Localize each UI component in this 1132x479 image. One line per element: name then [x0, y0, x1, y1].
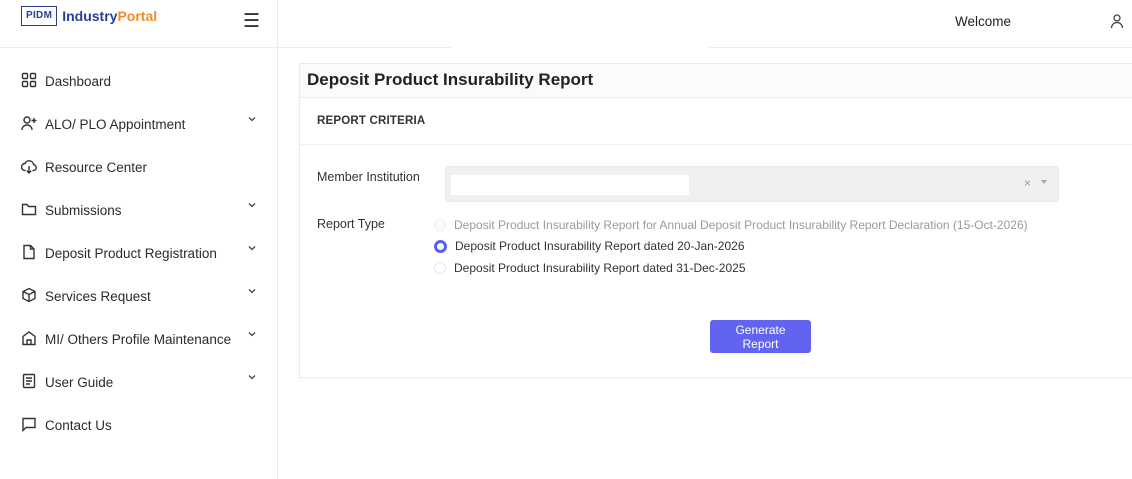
- box-icon: [22, 287, 36, 303]
- page-title-bar: Deposit Product Insurability Report: [300, 64, 1132, 98]
- radio-button[interactable]: [434, 262, 446, 274]
- chevron-down-icon: [248, 289, 256, 294]
- page-title: Deposit Product Insurability Report: [307, 70, 594, 89]
- sidebar-item-label: Resource Center: [45, 160, 148, 175]
- brand-bar: PIDM IndustryPortal ☰: [0, 0, 277, 48]
- sidebar-item-label: ALO/ PLO Appointment: [45, 117, 186, 132]
- sidebar-item-submissions[interactable]: Submissions: [0, 189, 277, 232]
- user-icon[interactable]: [1110, 13, 1124, 29]
- folder-icon: [21, 203, 37, 216]
- sidebar-item-dashboard[interactable]: Dashboard: [0, 60, 277, 103]
- radio-button: [434, 219, 446, 231]
- user-plus-icon: [21, 116, 37, 131]
- chevron-down-icon: [248, 246, 256, 251]
- sidebar-item-deposit-product-registration[interactable]: Deposit Product Registration: [0, 232, 277, 275]
- message-icon: [22, 417, 36, 432]
- sidebar-item-label: Submissions: [45, 203, 122, 218]
- clear-icon[interactable]: ×: [1024, 176, 1031, 190]
- radio-label: Deposit Product Insurability Report date…: [455, 239, 745, 253]
- sidebar-item-alo-plo-appointment[interactable]: ALO/ PLO Appointment: [0, 103, 277, 146]
- report-type-option-annual: Deposit Product Insurability Report for …: [434, 216, 1028, 234]
- file-icon: [23, 244, 35, 260]
- chevron-down-icon: [248, 332, 256, 337]
- radio-button[interactable]: [434, 239, 447, 253]
- report-type-option-20-jan[interactable]: Deposit Product Insurability Report date…: [434, 237, 745, 255]
- grid-icon: [21, 72, 37, 88]
- sidebar-item-label: MI/ Others Profile Maintenance: [45, 332, 232, 347]
- sidebar-item-label: Services Request: [45, 289, 151, 304]
- document-icon: [22, 373, 36, 389]
- sidebar-item-resource-center[interactable]: Resource Center: [0, 146, 277, 189]
- member-institution-label: Member Institution: [317, 170, 420, 184]
- sidebar-item-services-request[interactable]: Services Request: [0, 275, 277, 318]
- caret-down-icon[interactable]: [1041, 180, 1047, 184]
- chevron-down-icon: [248, 203, 256, 208]
- member-institution-value: [451, 175, 689, 195]
- member-institution-select[interactable]: ×: [445, 166, 1059, 202]
- report-type-option-31-dec[interactable]: Deposit Product Insurability Report date…: [434, 259, 746, 277]
- home-icon: [22, 331, 36, 346]
- section-header: REPORT CRITERIA: [300, 98, 1132, 145]
- hamburger-icon[interactable]: ☰: [243, 10, 260, 33]
- sidebar-item-mi-others-profile-maintenance[interactable]: MI/ Others Profile Maintenance: [0, 318, 277, 361]
- sidebar-item-user-guide[interactable]: User Guide: [0, 361, 277, 404]
- sidebar-item-label: User Guide: [45, 375, 114, 390]
- logo-text: IndustryPortal: [62, 8, 157, 24]
- chevron-down-icon: [248, 375, 256, 380]
- sidebar-item-label: Dashboard: [45, 74, 112, 89]
- radio-label: Deposit Product Insurability Report for …: [454, 218, 1028, 232]
- chevron-down-icon: [248, 117, 256, 122]
- logo-box: PIDM: [21, 6, 58, 26]
- sidebar-item-label: Contact Us: [45, 418, 112, 433]
- sidebar-item-contact-us[interactable]: Contact Us: [0, 404, 277, 447]
- section-title: REPORT CRITERIA: [317, 115, 426, 127]
- welcome-text: Welcome: [955, 14, 1012, 29]
- cloud-download-icon: [21, 160, 37, 174]
- sidebar-item-label: Deposit Product Registration: [45, 246, 217, 261]
- radio-label: Deposit Product Insurability Report date…: [454, 261, 746, 275]
- logo[interactable]: PIDM IndustryPortal: [21, 6, 157, 26]
- logo-text-part2: Portal: [117, 8, 158, 24]
- sidebar-nav: Dashboard ALO/ PLO Appointment Resource …: [0, 60, 277, 447]
- generate-report-button[interactable]: Generate Report: [710, 320, 811, 353]
- logo-text-part1: Industry: [62, 8, 118, 24]
- report-type-label: Report Type: [317, 217, 385, 231]
- sidebar: PIDM IndustryPortal ☰ Dashboard ALO/ PLO…: [0, 0, 278, 479]
